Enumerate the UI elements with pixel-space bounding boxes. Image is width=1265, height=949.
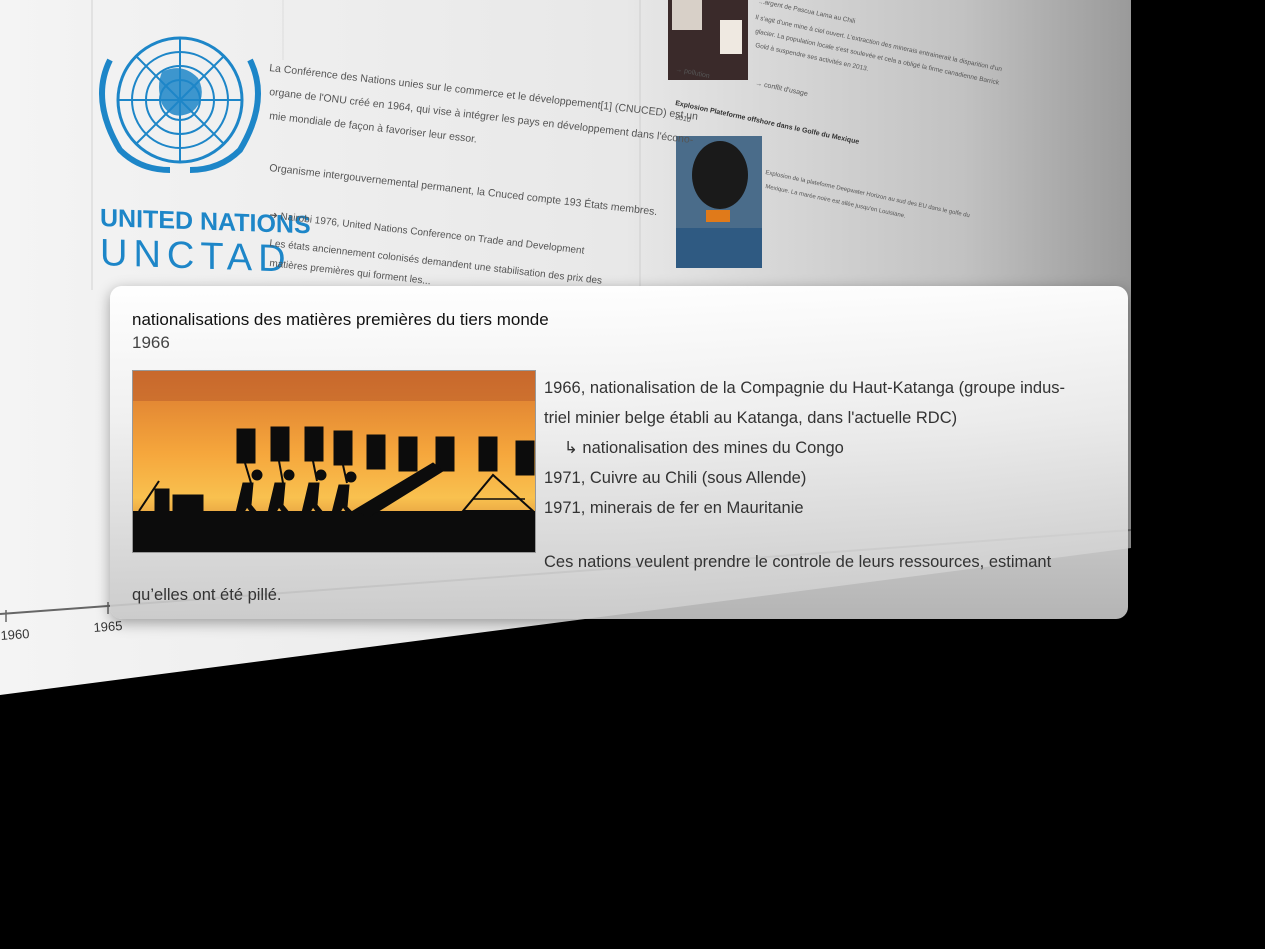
description-line-1: 1966, nationalisation de la Compagnie du… <box>544 379 1066 397</box>
description-line-5: 1971, minerais de fer en Mauritanie <box>544 499 804 517</box>
timeline-tick-1965: 1965 <box>93 617 123 635</box>
event-detail-card[interactable]: nationalisations des matières premières … <box>110 286 1128 619</box>
description-line-4: 1971, Cuivre au Chili (sous Allende) <box>544 469 807 487</box>
timeline-tick-1960: 1960 <box>0 625 30 643</box>
event-summary-part1: Ces nations veulent prendre le controle … <box>544 553 1052 571</box>
event-title: nationalisations des matières premières … <box>132 310 549 329</box>
oil-platform-photo <box>676 136 762 268</box>
event-summary-part2: qu’elles ont été pillé. <box>132 586 282 604</box>
description-line-2: triel minier belge établi au Katanga, da… <box>544 409 958 427</box>
description-line-3: ↳ nationalisation des mines du Congo <box>564 439 844 457</box>
un-logo-text-line2: UNCTAD <box>100 232 292 281</box>
event-description: 1966, nationalisation de la Compagnie du… <box>544 373 1114 523</box>
event-year: 1966 <box>132 333 170 352</box>
event-illustration-image <box>132 370 536 553</box>
